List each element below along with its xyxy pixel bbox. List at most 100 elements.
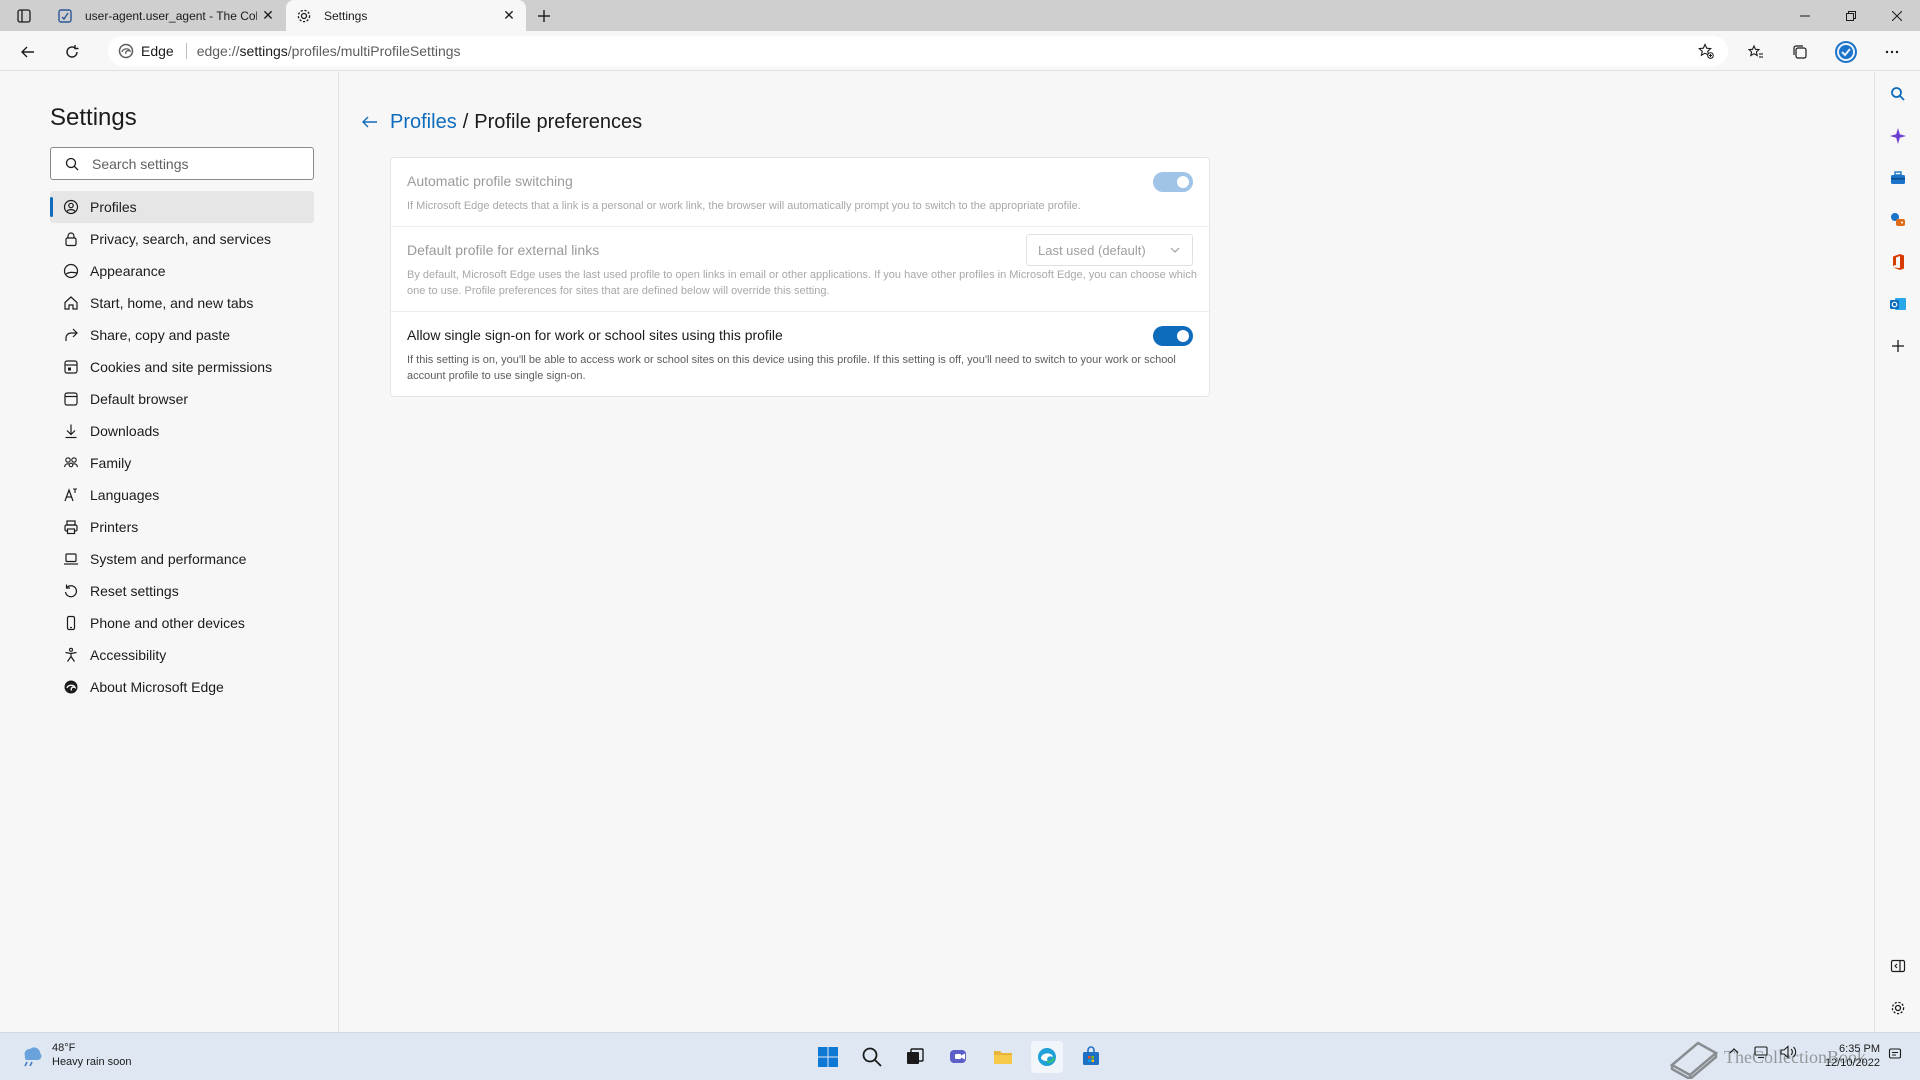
favorites-button[interactable] [1742,38,1770,66]
sidebar-item-start-home[interactable]: Start, home, and new tabs [50,287,314,319]
show-hidden-icons-button[interactable] [1728,1045,1740,1060]
setting-title: Automatic profile switching [407,173,573,189]
store-button[interactable] [1075,1041,1107,1073]
weather-temperature: 48°F [52,1042,76,1054]
file-explorer-button[interactable] [987,1041,1019,1073]
start-button[interactable] [812,1041,844,1073]
sidebar-office-button[interactable] [1886,250,1910,274]
sidebar-settings-button[interactable] [1886,996,1910,1020]
sidebar-item-accessibility[interactable]: Accessibility [50,639,314,671]
gear-icon [296,8,312,24]
site-label: Edge [141,43,174,59]
search-settings-input[interactable] [92,155,292,172]
plus-icon [538,10,550,22]
sidebar-item-profiles[interactable]: Profiles [50,191,314,223]
book-icon [1669,1041,1719,1079]
sidebar-item-label: Cookies and site permissions [90,359,273,375]
language-icon [62,486,80,504]
sidebar-item-default-browser[interactable]: Default browser [50,383,314,415]
edge-taskbar-button[interactable] [1031,1041,1063,1073]
cookies-icon [62,358,80,376]
default-profile-dropdown[interactable]: Last used (default) [1026,234,1193,266]
taskbar-search-button[interactable] [856,1041,888,1073]
teams-chat-button[interactable] [943,1041,975,1073]
weather-widget[interactable]: 48°F Heavy rain soon [18,1041,132,1069]
sidebar-item-cookies[interactable]: Cookies and site permissions [50,351,314,383]
collections-icon [1793,45,1807,59]
sidebar-search-button[interactable] [1886,82,1910,106]
add-favorite-button[interactable] [1692,37,1720,65]
close-window-button[interactable] [1874,0,1920,31]
hide-sidebar-button[interactable] [1886,954,1910,978]
sidebar-item-downloads[interactable]: Downloads [50,415,314,447]
sidebar-item-label: About Microsoft Edge [90,679,224,695]
more-menu-button[interactable] [1878,38,1906,66]
sidebar-item-appearance[interactable]: Appearance [50,255,314,287]
star-add-icon [1698,43,1714,59]
store-icon [1083,1046,1099,1065]
url-text[interactable]: edge://settings/profiles/multiProfileSet… [197,43,1692,59]
tab-settings[interactable]: Settings ✕ [286,0,526,31]
sidebar-item-family[interactable]: Family [50,447,314,479]
sidebar-outlook-button[interactable] [1886,292,1910,316]
sidebar-item-label: Downloads [90,423,160,439]
sidebar-item-privacy[interactable]: Privacy, search, and services [50,223,314,255]
ellipsis-icon [1885,50,1899,54]
sidebar-item-printers[interactable]: Printers [50,511,314,543]
sidebar-item-reset[interactable]: Reset settings [50,575,314,607]
sidebar-item-system[interactable]: System and performance [50,543,314,575]
minimize-button[interactable] [1782,0,1828,31]
settings-sidebar: Settings Profiles Privacy, search, and s… [0,72,339,1032]
back-to-profiles-button[interactable] [358,110,382,134]
sidebar-item-share[interactable]: Share, copy and paste [50,319,314,351]
refresh-icon [66,45,79,58]
setting-description: If Microsoft Edge detects that a link is… [407,200,1081,212]
refresh-button[interactable] [58,38,86,66]
rain-cloud-icon [24,1047,42,1067]
restore-button[interactable] [1828,0,1874,31]
volume-button[interactable] [1780,1045,1798,1062]
sidebar-item-label: Languages [90,487,160,503]
close-tab-icon[interactable]: ✕ [498,5,520,27]
tab-title: Settings [324,8,368,23]
sidebar-add-button[interactable] [1886,334,1910,358]
sidebar-tools-button[interactable] [1886,166,1910,190]
setting-description: If this setting is on, you'll be able to… [407,354,1176,382]
office-icon [1893,254,1904,270]
sidebar-item-label: Reset settings [90,583,179,599]
tab-actions-button[interactable] [10,5,38,27]
sidebar-games-button[interactable] [1886,208,1910,232]
network-button[interactable] [1754,1045,1770,1062]
chevron-down-icon [1168,243,1182,257]
sidebar-item-about[interactable]: About Microsoft Edge [50,671,314,703]
setting-description: By default, Microsoft Edge uses the last… [407,269,1197,297]
sidebar-item-label: Default browser [90,391,189,407]
sidebar-item-languages[interactable]: Languages [50,479,314,511]
sparkle-icon [1890,128,1906,144]
automatic-switching-toggle[interactable] [1153,172,1193,192]
system-clock[interactable]: 6:35 PM 12/10/2022 [1814,1042,1880,1070]
notifications-button[interactable] [1888,1047,1902,1064]
folder-icon [994,1051,1012,1064]
phone-icon [62,614,80,632]
weather-description: Heavy rain soon [52,1056,132,1068]
family-icon [62,454,80,472]
back-button[interactable] [14,38,42,66]
profile-button[interactable] [1832,38,1860,66]
settings-content: Profiles / Profile preferences Automatic… [340,72,1873,1032]
search-settings-field[interactable] [50,147,314,180]
chevron-up-icon [1729,1048,1739,1054]
task-view-button[interactable] [899,1041,931,1073]
sidebar-item-phone[interactable]: Phone and other devices [50,607,314,639]
collections-button[interactable] [1786,38,1814,66]
breadcrumb-profiles-link[interactable]: Profiles [390,111,457,134]
address-bar[interactable]: Edge edge://settings/profiles/multiProfi… [108,36,1728,66]
single-sign-on-toggle[interactable] [1153,326,1193,346]
close-tab-icon[interactable]: ✕ [257,5,279,27]
plus-icon [1892,340,1904,352]
new-tab-button[interactable] [532,4,556,28]
close-icon [1892,10,1902,21]
sidebar-discover-button[interactable] [1886,124,1910,148]
sidebar-item-label: Phone and other devices [90,615,245,631]
tab-user-agent[interactable]: user-agent.user_agent - The Coll ✕ [47,0,285,31]
